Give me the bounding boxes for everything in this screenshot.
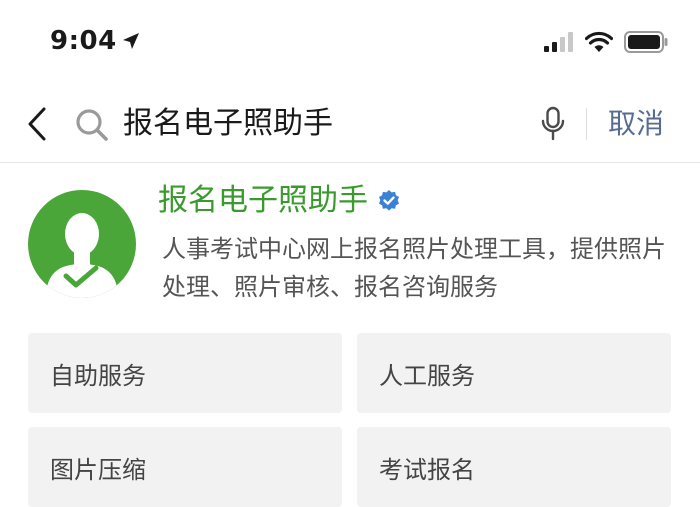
time-label: 9:04 xyxy=(50,26,117,56)
status-bar: 9:04 xyxy=(0,0,700,86)
status-time: 9:04 xyxy=(50,26,140,56)
search-input[interactable]: 报名电子照助手 xyxy=(123,104,333,144)
search-divider xyxy=(586,108,587,140)
back-button[interactable] xyxy=(22,106,52,142)
battery-icon xyxy=(624,31,668,53)
image-compress-button[interactable]: 图片压缩 xyxy=(28,427,342,507)
cancel-button[interactable]: 取消 xyxy=(608,104,664,144)
person-check-avatar-icon xyxy=(46,213,118,298)
self-service-button[interactable]: 自助服务 xyxy=(28,333,342,413)
search-icon xyxy=(76,109,108,141)
search-bar: 报名电子照助手 取消 xyxy=(0,86,700,163)
wifi-icon xyxy=(585,31,613,52)
account-name: 报名电子照助手 xyxy=(158,180,401,222)
account-description: 人事考试中心网上报名照片处理工具，提供照片处理、照片审核、报名咨询服务 xyxy=(162,235,666,301)
account-name-text: 报名电子照助手 xyxy=(158,183,368,218)
status-icons xyxy=(544,31,668,53)
signal-icon xyxy=(544,32,573,52)
account-result[interactable]: 报名电子照助手 人事考试中心网上报名照片处理工具，提供照片处理、照片审核、报名咨… xyxy=(0,162,700,322)
verified-badge-icon xyxy=(377,189,401,213)
microphone-icon[interactable] xyxy=(540,106,566,142)
exam-registration-button[interactable]: 考试报名 xyxy=(357,427,671,507)
location-arrow-icon xyxy=(122,33,139,49)
account-avatar xyxy=(28,190,136,298)
back-chevron-icon xyxy=(28,107,46,141)
manual-service-button[interactable]: 人工服务 xyxy=(357,333,671,413)
